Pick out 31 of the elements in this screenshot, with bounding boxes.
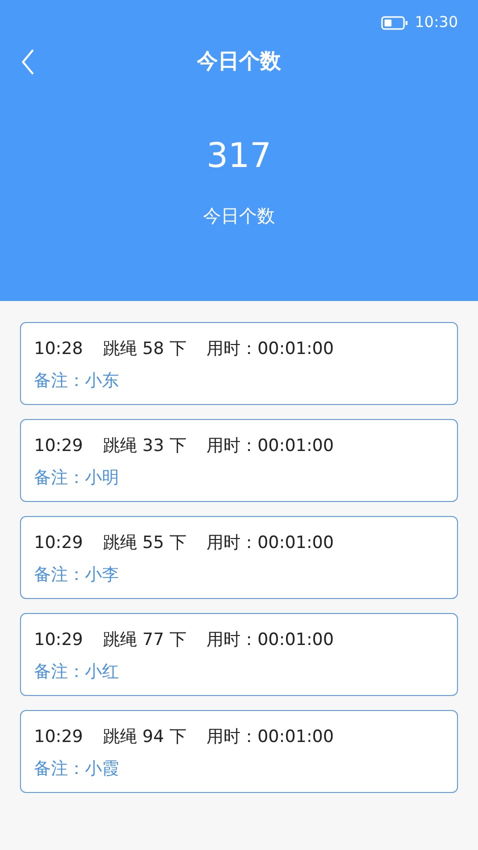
back-icon (21, 49, 35, 75)
record-card[interactable]: 10:29 跳绳 94 下 用时：00:01:00 备注：小霞 (20, 710, 458, 793)
record-card[interactable]: 10:29 跳绳 55 下 用时：00:01:00 备注：小李 (20, 516, 458, 599)
duration-text: 用时：00:01:00 (206, 629, 334, 652)
jump-count: 跳绳 77 下 (103, 629, 186, 652)
duration-text: 用时：00:01:00 (206, 338, 334, 361)
battery-icon (380, 16, 409, 30)
note-text: 备注：小东 (34, 371, 119, 391)
jump-count: 跳绳 94 下 (103, 726, 186, 749)
record-time: 10:28 (34, 338, 83, 361)
record-time: 10:29 (34, 629, 83, 652)
record-card[interactable]: 10:28 跳绳 58 下 用时：00:01:00 备注：小东 (20, 322, 458, 405)
duration-text: 用时：00:01:00 (206, 435, 334, 458)
page-title: 今日个数 (197, 48, 281, 76)
jump-count: 跳绳 58 下 (103, 338, 186, 361)
jump-count: 跳绳 55 下 (103, 532, 186, 555)
note-text: 备注：小霞 (34, 759, 119, 779)
total-count: 317 (206, 139, 272, 173)
note-text: 备注：小明 (34, 468, 119, 488)
record-card[interactable]: 10:29 跳绳 77 下 用时：00:01:00 备注：小红 (20, 613, 458, 696)
jump-count: 跳绳 33 下 (103, 435, 186, 458)
record-time: 10:29 (34, 532, 83, 555)
total-label: 今日个数 (202, 205, 276, 229)
note-text: 备注：小红 (34, 662, 119, 682)
record-card[interactable]: 10:29 跳绳 33 下 用时：00:01:00 备注：小明 (20, 419, 458, 502)
duration-text: 用时：00:01:00 (206, 726, 334, 749)
note-text: 备注：小李 (34, 565, 119, 585)
record-time: 10:29 (34, 726, 83, 749)
record-time: 10:29 (34, 435, 83, 458)
status-time: 10:30 (414, 15, 458, 30)
duration-text: 用时：00:01:00 (206, 532, 334, 555)
